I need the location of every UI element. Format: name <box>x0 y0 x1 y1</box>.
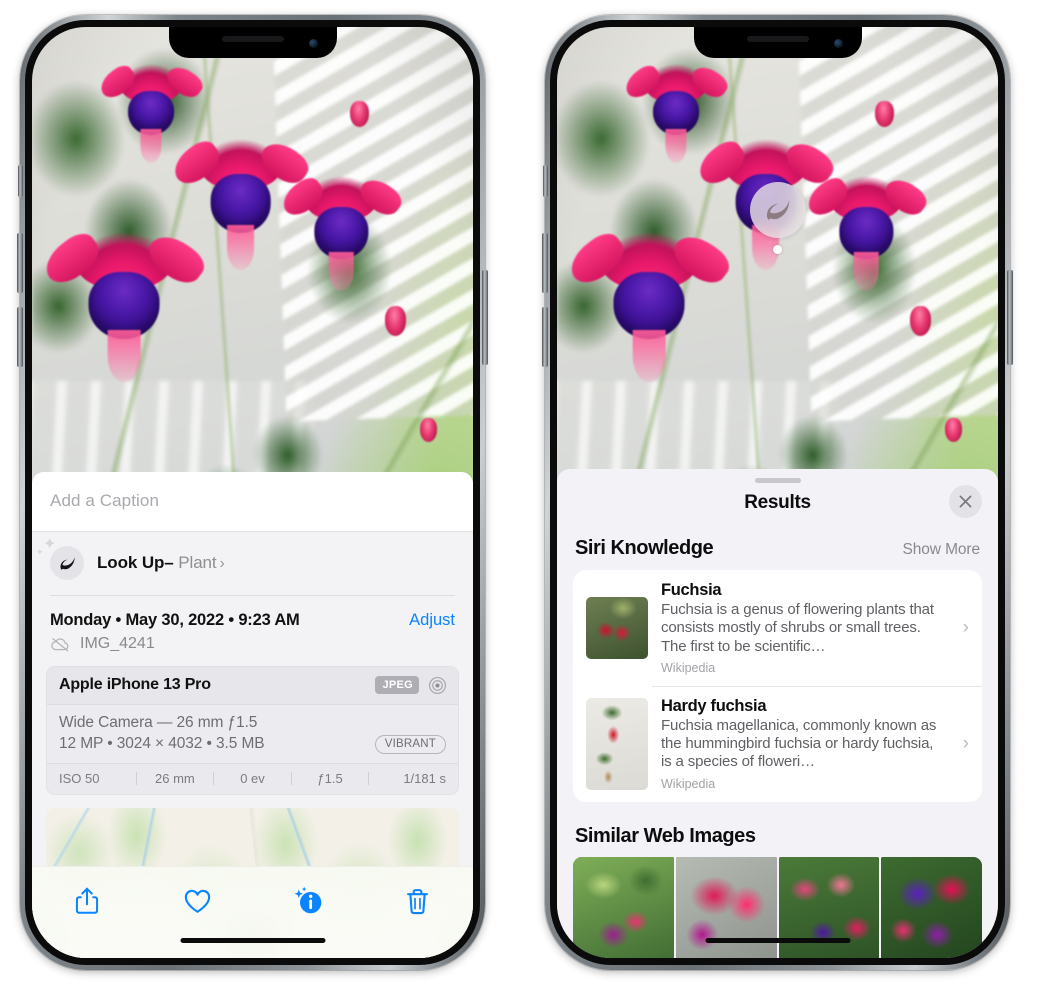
phone-screen-right: Results Siri Knowledge Show More Fuchsia… <box>557 27 998 958</box>
phone-screen-left: Add a Caption ✦ ✦ Look Up– Plant › Monda… <box>32 27 473 958</box>
delete-button[interactable] <box>395 881 441 921</box>
file-row: IMG_4241 <box>32 633 473 666</box>
result-description: Fuchsia is a genus of flowering plants t… <box>661 601 934 655</box>
exif-row: ISO 50 26 mm 0 ev ƒ1.5 1/181 s <box>47 762 458 794</box>
trash-icon <box>407 888 429 914</box>
camera-card-body: Wide Camera — 26 mm ƒ1.5 12 MP • 3024 × … <box>47 704 458 763</box>
exif-aperture: ƒ1.5 <box>317 770 343 786</box>
photo-info-sheet: Add a Caption ✦ ✦ Look Up– Plant › Monda… <box>32 472 473 958</box>
volume-up-button[interactable] <box>17 233 23 293</box>
file-name: IMG_4241 <box>80 634 155 652</box>
web-image-thumbnail[interactable] <box>573 856 674 958</box>
chevron-right-icon: › <box>962 732 969 754</box>
info-sparkle-icon <box>294 886 321 914</box>
result-source: Wikipedia <box>661 776 716 791</box>
earpiece-speaker <box>746 36 809 42</box>
home-indicator[interactable] <box>180 938 325 943</box>
show-more-button[interactable]: Show More <box>903 541 981 559</box>
photo-toolbar <box>32 866 473 958</box>
home-indicator[interactable] <box>705 938 850 943</box>
result-source: Wikipedia <box>661 660 716 675</box>
exif-exposure-bias: 0 ev <box>240 770 265 786</box>
earpiece-speaker <box>221 36 284 42</box>
chevron-right-icon: › <box>219 555 225 572</box>
sheet-title: Results <box>744 492 811 513</box>
aperture-icon[interactable] <box>428 676 447 695</box>
result-title: Fuchsia <box>661 581 722 599</box>
look-up-label: Look Up– Plant › <box>97 553 225 573</box>
look-up-title: Look Up <box>97 553 165 572</box>
device-notch <box>693 27 862 58</box>
chevron-right-icon: › <box>962 616 969 638</box>
volume-down-button[interactable] <box>17 307 23 367</box>
power-button[interactable] <box>1007 270 1013 365</box>
list-item[interactable]: Fuchsia Fuchsia is a genus of flowering … <box>573 570 982 686</box>
leaf-icon: ✦ ✦ <box>36 537 84 580</box>
cloud-slash-icon <box>51 637 69 651</box>
close-icon <box>959 495 972 508</box>
exif-shutter-speed: 1/181 s <box>403 770 446 786</box>
heart-icon <box>184 889 211 913</box>
look-up-kind: Plant <box>178 553 217 572</box>
pin-anchor-dot <box>773 245 782 254</box>
list-item[interactable]: Hardy fuchsia Fuchsia magellanica, commo… <box>573 685 982 802</box>
mute-switch[interactable] <box>543 165 548 197</box>
lens-info: Wide Camera — 26 mm ƒ1.5 <box>59 713 258 731</box>
volume-up-button[interactable] <box>542 233 548 293</box>
web-image-thumbnail[interactable] <box>881 856 982 958</box>
adjust-button[interactable]: Adjust <box>409 611 455 630</box>
result-title: Hardy fuchsia <box>661 696 767 715</box>
photographic-style-badge: VIBRANT <box>374 734 446 754</box>
share-button[interactable] <box>64 881 110 921</box>
result-thumbnail <box>586 697 648 790</box>
camera-card-header: Apple iPhone 13 Pro JPEG <box>47 666 458 705</box>
favorite-button[interactable] <box>174 881 220 921</box>
camera-info-card[interactable]: Apple iPhone 13 Pro JPEG Wide Camera — 2… <box>46 665 459 795</box>
look-up-dash: – <box>164 553 174 572</box>
result-description: Fuchsia magellanica, commonly known as t… <box>661 716 937 771</box>
siri-knowledge-header: Siri Knowledge Show More <box>557 514 998 570</box>
siri-knowledge-card: Fuchsia Fuchsia is a genus of flowering … <box>573 570 982 802</box>
capture-date: Monday • May 30, 2022 • 9:23 AM <box>50 610 300 629</box>
sparkle-icon-small: ✦ <box>36 547 44 557</box>
mute-switch[interactable] <box>18 165 23 197</box>
share-icon <box>76 887 99 914</box>
exif-focal-length: 26 mm <box>155 770 195 786</box>
look-up-row[interactable]: ✦ ✦ Look Up– Plant › <box>32 532 473 595</box>
caption-input[interactable]: Add a Caption <box>32 472 473 532</box>
similar-web-images-header: Similar Web Images <box>557 802 998 854</box>
iphone-right-visual-lookup: Results Siri Knowledge Show More Fuchsia… <box>542 15 1013 970</box>
device-notch <box>168 27 337 58</box>
format-badge: JPEG <box>375 676 419 694</box>
result-thumbnail <box>586 596 648 659</box>
power-button[interactable] <box>482 270 488 365</box>
image-specs: 12 MP • 3024 × 4032 • 3.5 MB <box>59 735 265 752</box>
visual-lookup-pin[interactable] <box>749 182 806 254</box>
section-title-similar-web-images: Similar Web Images <box>575 824 756 847</box>
results-header: Results <box>557 483 998 518</box>
iphone-left-photos-info: Add a Caption ✦ ✦ Look Up– Plant › Monda… <box>17 15 488 970</box>
camera-model: Apple iPhone 13 Pro <box>59 676 211 693</box>
visual-lookup-results-sheet: Results Siri Knowledge Show More Fuchsia… <box>557 469 998 958</box>
volume-down-button[interactable] <box>542 307 548 367</box>
front-camera <box>308 39 318 48</box>
exif-iso: ISO 50 <box>59 770 100 786</box>
close-button[interactable] <box>949 485 982 518</box>
front-camera <box>833 39 843 48</box>
screenshot-canvas: Add a Caption ✦ ✦ Look Up– Plant › Monda… <box>0 0 1055 985</box>
leaf-icon <box>749 182 806 238</box>
sparkle-icon: ✦ <box>43 536 57 553</box>
info-button[interactable] <box>285 881 331 921</box>
section-title-siri-knowledge: Siri Knowledge <box>575 537 714 559</box>
capture-date-row: Monday • May 30, 2022 • 9:23 AM Adjust <box>32 596 473 633</box>
caption-placeholder: Add a Caption <box>50 491 160 510</box>
